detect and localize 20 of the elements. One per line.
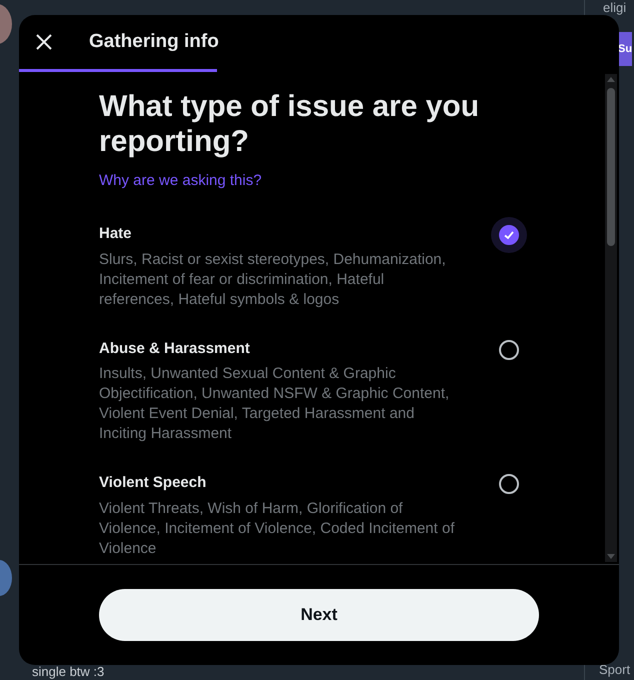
radio-button[interactable]	[499, 340, 519, 360]
check-icon	[503, 229, 515, 241]
dialog-title: Gathering info	[89, 30, 219, 54]
sidebar-text: Sport	[599, 662, 632, 678]
subscribe-button[interactable]: Su	[618, 32, 632, 66]
sidebar-text: eligi	[603, 0, 628, 16]
option-title: Abuse & Harassment	[99, 338, 251, 358]
heading: What type of issue are you reporting?	[99, 90, 480, 159]
close-icon[interactable]	[35, 33, 53, 51]
next-button[interactable]: Next	[99, 589, 539, 641]
why-link[interactable]: Why are we asking this?	[99, 172, 262, 189]
post-text: single btw :3	[32, 664, 104, 679]
scrollbar-thumb[interactable]	[607, 88, 615, 246]
option-title: Violent Speech	[99, 473, 208, 493]
scrollbar[interactable]	[605, 74, 617, 562]
option-description: Slurs, Racist or sexist stereotypes, Dehumanization, Incitement of fear or discrimination, Hateful references, Hateful symbols & logos	[99, 250, 447, 310]
radio-button[interactable]	[499, 474, 519, 494]
option-description: Violent Threats, Wish of Harm, Glorification of Violence, Incitement of Violence, Coded Incitement of Violence	[99, 498, 456, 558]
option-title: Hate	[99, 224, 133, 244]
option-description: Insults, Unwanted Sexual Content & Graphic Objectification, Unwanted NSFW & Graphic Content, Violent Event Denial, Targeted Harassment and Inciting Harassment	[99, 364, 450, 444]
